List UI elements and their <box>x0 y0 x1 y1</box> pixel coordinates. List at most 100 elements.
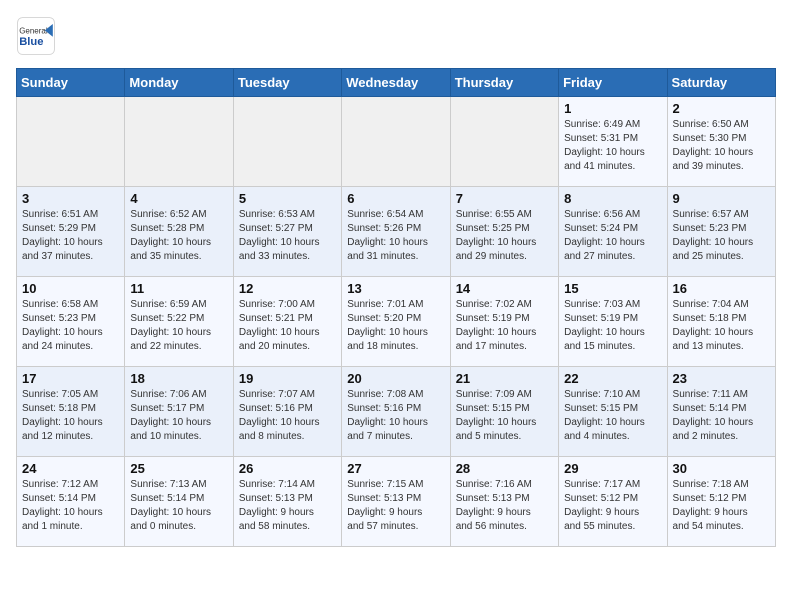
page-header: General Blue <box>16 16 776 56</box>
day-number: 16 <box>673 281 770 296</box>
day-info: Sunrise: 7:04 AM Sunset: 5:18 PM Dayligh… <box>673 298 770 354</box>
day-info: Sunrise: 6:56 AM Sunset: 5:24 PM Dayligh… <box>564 208 661 264</box>
day-info: Sunrise: 7:00 AM Sunset: 5:21 PM Dayligh… <box>239 298 336 354</box>
calendar-cell: 20 Sunrise: 7:08 AM Sunset: 5:16 PM Dayli… <box>342 367 450 457</box>
weekday-header-monday: Monday <box>125 69 233 97</box>
day-number: 21 <box>456 371 553 386</box>
weekday-header-tuesday: Tuesday <box>233 69 341 97</box>
day-info: Sunrise: 7:03 AM Sunset: 5:19 PM Dayligh… <box>564 298 661 354</box>
calendar-cell: 15 Sunrise: 7:03 AM Sunset: 5:19 PM Dayli… <box>559 277 667 367</box>
day-number: 23 <box>673 371 770 386</box>
calendar-cell: 2 Sunrise: 6:50 AM Sunset: 5:30 PM Daylig… <box>667 97 775 187</box>
weekday-header-saturday: Saturday <box>667 69 775 97</box>
weekday-header-wednesday: Wednesday <box>342 69 450 97</box>
day-number: 25 <box>130 461 227 476</box>
day-number: 28 <box>456 461 553 476</box>
day-number: 14 <box>456 281 553 296</box>
day-number: 2 <box>673 101 770 116</box>
calendar-cell: 21 Sunrise: 7:09 AM Sunset: 5:15 PM Dayli… <box>450 367 558 457</box>
calendar-cell: 19 Sunrise: 7:07 AM Sunset: 5:16 PM Dayli… <box>233 367 341 457</box>
day-info: Sunrise: 7:18 AM Sunset: 5:12 PM Dayligh… <box>673 478 770 534</box>
day-number: 24 <box>22 461 119 476</box>
day-info: Sunrise: 7:09 AM Sunset: 5:15 PM Dayligh… <box>456 388 553 444</box>
day-info: Sunrise: 7:15 AM Sunset: 5:13 PM Dayligh… <box>347 478 444 534</box>
day-info: Sunrise: 7:12 AM Sunset: 5:14 PM Dayligh… <box>22 478 119 534</box>
calendar-cell: 8 Sunrise: 6:56 AM Sunset: 5:24 PM Daylig… <box>559 187 667 277</box>
calendar-cell: 6 Sunrise: 6:54 AM Sunset: 5:26 PM Daylig… <box>342 187 450 277</box>
logo: General Blue <box>16 16 60 56</box>
calendar-cell: 28 Sunrise: 7:16 AM Sunset: 5:13 PM Dayli… <box>450 457 558 547</box>
day-info: Sunrise: 6:54 AM Sunset: 5:26 PM Dayligh… <box>347 208 444 264</box>
calendar-cell: 14 Sunrise: 7:02 AM Sunset: 5:19 PM Dayli… <box>450 277 558 367</box>
day-info: Sunrise: 6:51 AM Sunset: 5:29 PM Dayligh… <box>22 208 119 264</box>
day-number: 8 <box>564 191 661 206</box>
day-info: Sunrise: 6:55 AM Sunset: 5:25 PM Dayligh… <box>456 208 553 264</box>
day-number: 11 <box>130 281 227 296</box>
calendar-cell: 30 Sunrise: 7:18 AM Sunset: 5:12 PM Dayli… <box>667 457 775 547</box>
day-number: 19 <box>239 371 336 386</box>
weekday-header-thursday: Thursday <box>450 69 558 97</box>
day-number: 3 <box>22 191 119 206</box>
day-number: 7 <box>456 191 553 206</box>
day-info: Sunrise: 7:01 AM Sunset: 5:20 PM Dayligh… <box>347 298 444 354</box>
calendar-cell: 7 Sunrise: 6:55 AM Sunset: 5:25 PM Daylig… <box>450 187 558 277</box>
day-number: 17 <box>22 371 119 386</box>
day-info: Sunrise: 7:10 AM Sunset: 5:15 PM Dayligh… <box>564 388 661 444</box>
day-number: 22 <box>564 371 661 386</box>
calendar-cell: 12 Sunrise: 7:00 AM Sunset: 5:21 PM Dayli… <box>233 277 341 367</box>
calendar-cell: 1 Sunrise: 6:49 AM Sunset: 5:31 PM Daylig… <box>559 97 667 187</box>
calendar-cell: 23 Sunrise: 7:11 AM Sunset: 5:14 PM Dayli… <box>667 367 775 457</box>
day-number: 9 <box>673 191 770 206</box>
day-info: Sunrise: 6:57 AM Sunset: 5:23 PM Dayligh… <box>673 208 770 264</box>
calendar-cell: 10 Sunrise: 6:58 AM Sunset: 5:23 PM Dayli… <box>17 277 125 367</box>
day-info: Sunrise: 6:53 AM Sunset: 5:27 PM Dayligh… <box>239 208 336 264</box>
calendar-cell: 3 Sunrise: 6:51 AM Sunset: 5:29 PM Daylig… <box>17 187 125 277</box>
calendar-cell: 17 Sunrise: 7:05 AM Sunset: 5:18 PM Dayli… <box>17 367 125 457</box>
day-number: 18 <box>130 371 227 386</box>
calendar-cell: 5Sunrise: 6:53 AM Sunset: 5:27 PM Daylig… <box>233 187 341 277</box>
calendar-cell: 22 Sunrise: 7:10 AM Sunset: 5:15 PM Dayli… <box>559 367 667 457</box>
calendar-cell: 18 Sunrise: 7:06 AM Sunset: 5:17 PM Dayli… <box>125 367 233 457</box>
calendar-cell: 16 Sunrise: 7:04 AM Sunset: 5:18 PM Dayli… <box>667 277 775 367</box>
day-number: 4 <box>130 191 227 206</box>
calendar-cell <box>342 97 450 187</box>
day-number: 10 <box>22 281 119 296</box>
day-info: Sunrise: 7:05 AM Sunset: 5:18 PM Dayligh… <box>22 388 119 444</box>
day-info: Sunrise: 6:49 AM Sunset: 5:31 PM Dayligh… <box>564 118 661 174</box>
day-number: 27 <box>347 461 444 476</box>
calendar-cell <box>450 97 558 187</box>
day-number: 1 <box>564 101 661 116</box>
day-number: 13 <box>347 281 444 296</box>
calendar-cell <box>125 97 233 187</box>
day-info: Sunrise: 6:59 AM Sunset: 5:22 PM Dayligh… <box>130 298 227 354</box>
day-number: 6 <box>347 191 444 206</box>
day-info: Sunrise: 7:02 AM Sunset: 5:19 PM Dayligh… <box>456 298 553 354</box>
calendar-cell <box>17 97 125 187</box>
day-info: Sunrise: 7:07 AM Sunset: 5:16 PM Dayligh… <box>239 388 336 444</box>
calendar-cell: 13 Sunrise: 7:01 AM Sunset: 5:20 PM Dayli… <box>342 277 450 367</box>
day-info: Sunrise: 6:52 AM Sunset: 5:28 PM Dayligh… <box>130 208 227 264</box>
calendar-cell: 24 Sunrise: 7:12 AM Sunset: 5:14 PM Dayli… <box>17 457 125 547</box>
calendar-cell: 9 Sunrise: 6:57 AM Sunset: 5:23 PM Daylig… <box>667 187 775 277</box>
day-info: Sunrise: 7:17 AM Sunset: 5:12 PM Dayligh… <box>564 478 661 534</box>
day-info: Sunrise: 6:58 AM Sunset: 5:23 PM Dayligh… <box>22 298 119 354</box>
calendar-cell: 25 Sunrise: 7:13 AM Sunset: 5:14 PM Dayli… <box>125 457 233 547</box>
calendar-cell: 27 Sunrise: 7:15 AM Sunset: 5:13 PM Dayli… <box>342 457 450 547</box>
day-number: 26 <box>239 461 336 476</box>
day-info: Sunrise: 6:50 AM Sunset: 5:30 PM Dayligh… <box>673 118 770 174</box>
day-info: Sunrise: 7:14 AM Sunset: 5:13 PM Dayligh… <box>239 478 336 534</box>
day-number: 30 <box>673 461 770 476</box>
day-info: Sunrise: 7:13 AM Sunset: 5:14 PM Dayligh… <box>130 478 227 534</box>
calendar-cell: 29Sunrise: 7:17 AM Sunset: 5:12 PM Dayli… <box>559 457 667 547</box>
day-info: Sunrise: 7:11 AM Sunset: 5:14 PM Dayligh… <box>673 388 770 444</box>
svg-text:Blue: Blue <box>19 36 43 48</box>
day-info: Sunrise: 7:08 AM Sunset: 5:16 PM Dayligh… <box>347 388 444 444</box>
calendar-cell: 11 Sunrise: 6:59 AM Sunset: 5:22 PM Dayli… <box>125 277 233 367</box>
day-number: 20 <box>347 371 444 386</box>
day-number: 12 <box>239 281 336 296</box>
weekday-header-friday: Friday <box>559 69 667 97</box>
weekday-header-sunday: Sunday <box>17 69 125 97</box>
day-info: Sunrise: 7:06 AM Sunset: 5:17 PM Dayligh… <box>130 388 227 444</box>
day-info: Sunrise: 7:16 AM Sunset: 5:13 PM Dayligh… <box>456 478 553 534</box>
day-number: 15 <box>564 281 661 296</box>
